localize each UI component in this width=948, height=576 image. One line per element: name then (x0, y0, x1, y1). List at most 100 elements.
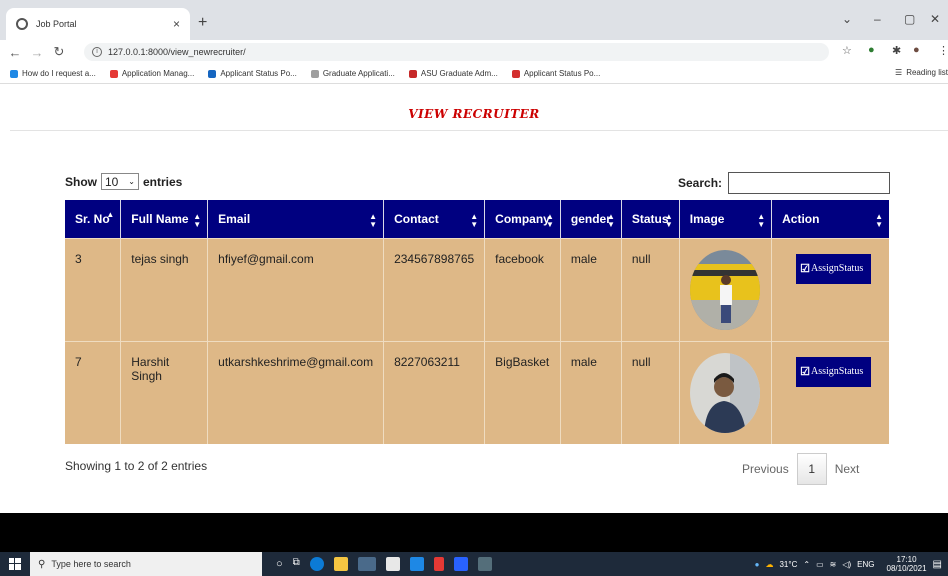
menu-icon[interactable]: ⋮ (938, 44, 948, 57)
file-explorer-icon[interactable] (333, 557, 348, 571)
reload-icon[interactable]: ↻ (52, 44, 66, 60)
window-close-icon[interactable]: ✕ (930, 12, 940, 26)
chrome-icon[interactable] (357, 557, 376, 571)
tab-title: Job Portal (36, 19, 77, 29)
table-info: Showing 1 to 2 of 2 entries (65, 459, 208, 473)
column-header-contact[interactable]: Contact ▲ ▼ (383, 200, 486, 238)
bookmark-star-icon[interactable]: ☆ (842, 44, 852, 57)
next-button[interactable]: Next (835, 462, 860, 476)
battery-icon[interactable]: ▭ (816, 560, 824, 569)
vscode-icon[interactable] (453, 557, 468, 571)
language-indicator[interactable]: ENG (857, 560, 874, 569)
bookmark-item[interactable]: How do I request a... (10, 69, 96, 78)
search-input[interactable] (728, 172, 891, 194)
address-bar[interactable]: i 127.0.0.1:8000/view_newrecruiter/ (84, 43, 829, 61)
profile-avatar[interactable]: ● (913, 44, 920, 56)
app-icon[interactable] (477, 557, 492, 571)
store-icon[interactable] (385, 557, 400, 571)
sort-icon: ▲ ▼ (606, 212, 615, 229)
notification-icon[interactable]: ▤ (933, 559, 942, 570)
sort-asc-icon: ▲ (106, 210, 115, 219)
page-button-current[interactable]: 1 (796, 453, 827, 485)
site-info-icon[interactable]: i (92, 47, 102, 57)
windows-taskbar: ⚲ Type here to search ○ ⧉ ● ☁ 31°C ⌃ ▭ ≋… (0, 552, 948, 576)
bookmark-item[interactable]: Applicant Status Po... (511, 69, 600, 78)
table-header-row: Sr. No ▲ Full Name ▲ ▼ Email ▲ ▼ Contact ▲ ▼ Co… (65, 200, 889, 238)
reading-list-icon: ☰ (895, 68, 903, 77)
mail-icon[interactable] (409, 557, 424, 571)
column-header-status[interactable]: Status ▲ ▼ (621, 200, 680, 238)
column-header-full-name[interactable]: Full Name ▲ ▼ (120, 200, 209, 238)
cell-image (679, 340, 773, 444)
bookmark-icon (511, 69, 520, 78)
browser-tab[interactable]: Job Portal × (6, 8, 190, 40)
cell-sr-no: 7 (65, 340, 122, 444)
weather-icon[interactable]: ☁ (765, 560, 773, 569)
new-tab-button[interactable]: + (198, 14, 207, 32)
cell-gender: male (560, 340, 622, 444)
edge-icon[interactable] (309, 557, 324, 571)
taskbar-search[interactable]: ⚲ Type here to search (30, 552, 262, 576)
recruiter-photo (689, 249, 760, 330)
column-header-email[interactable]: Email ▲ ▼ (207, 200, 385, 238)
previous-button[interactable]: Previous (742, 462, 789, 476)
minimize-icon[interactable]: – (874, 12, 881, 26)
table-row: 7 Harshit Singh utkarshkeshrime@gmail.co… (65, 340, 889, 444)
entries-length-control: Show 10 ⌄ entries (65, 173, 183, 190)
cell-gender: male (560, 237, 622, 341)
cell-action: ☑ AssignStatus (771, 340, 889, 444)
cell-email: utkarshkeshrime@gmail.com (207, 340, 385, 444)
bookmark-item[interactable]: ASU Graduate Adm... (408, 69, 498, 78)
column-header-company[interactable]: Company ▲ ▼ (484, 200, 561, 238)
windows-start-icon[interactable] (0, 552, 30, 576)
cell-company: facebook (484, 237, 561, 341)
back-icon[interactable]: ← (8, 45, 22, 60)
cell-contact: 8227063211 (383, 340, 486, 444)
cell-sr-no: 3 (65, 237, 122, 341)
wifi-icon[interactable]: ≋ (830, 560, 837, 569)
column-header-gender[interactable]: gender ▲ ▼ (560, 200, 622, 238)
sort-icon: ▲ ▼ (664, 212, 673, 229)
bookmark-item[interactable]: Applicant Status Po... (208, 69, 297, 78)
bookmark-icon (208, 69, 217, 78)
clock[interactable]: 17:10 08/10/2021 (881, 555, 927, 573)
cell-full-name: tejas singh (120, 237, 209, 341)
help-icon[interactable]: ● (755, 560, 760, 569)
page-content: VIEW RECRUITER Show 10 ⌄ entries Search:… (0, 85, 948, 513)
office-icon[interactable] (433, 557, 444, 571)
entries-select[interactable]: 10 ⌄ (101, 173, 139, 190)
bookmark-item[interactable]: Graduate Applicati... (310, 69, 395, 78)
assign-status-button[interactable]: ☑ AssignStatus (796, 253, 872, 284)
reading-list-button[interactable]: ☰ Reading list (895, 68, 948, 77)
edit-icon: ☑ (800, 366, 810, 378)
restore-icon[interactable]: ▢ (904, 12, 915, 26)
chevron-up-icon[interactable]: ⌃ (803, 560, 810, 569)
recruiter-photo (689, 352, 760, 433)
assign-status-button[interactable]: ☑ AssignStatus (796, 356, 872, 387)
column-header-image[interactable]: Image ▲ ▼ (679, 200, 773, 238)
bookmark-icon (10, 69, 18, 78)
tab-search-icon[interactable]: ⌄ (842, 12, 852, 26)
edit-icon: ☑ (800, 263, 810, 275)
bookmark-icon (408, 69, 417, 78)
column-header-sr-no[interactable]: Sr. No ▲ (65, 200, 122, 238)
cell-full-name: Harshit Singh (120, 340, 209, 444)
tab-close-icon[interactable]: × (173, 17, 180, 31)
volume-icon[interactable]: ◁) (842, 560, 851, 569)
chevron-down-icon: ⌄ (128, 177, 135, 186)
pagination: Previous 1 Next (742, 453, 859, 485)
cell-company: BigBasket (484, 340, 561, 444)
divider (10, 130, 948, 131)
forward-icon[interactable]: → (30, 45, 44, 60)
extension-icon[interactable]: ● (868, 44, 875, 56)
url-text: 127.0.0.1:8000/view_newrecruiter/ (108, 47, 246, 57)
cell-email: hfiyef@gmail.com (207, 237, 385, 341)
bookmark-icon (310, 69, 319, 78)
extensions-puzzle-icon[interactable]: ✱ (892, 44, 901, 57)
task-view-icon[interactable]: ⧉ (293, 557, 300, 571)
column-header-action[interactable]: Action ▲ ▼ (771, 200, 889, 238)
cortana-icon[interactable]: ○ (276, 558, 283, 570)
bookmark-item[interactable]: Application Manag... (109, 69, 194, 78)
cell-image (679, 237, 773, 341)
search-icon: ⚲ (38, 558, 46, 570)
